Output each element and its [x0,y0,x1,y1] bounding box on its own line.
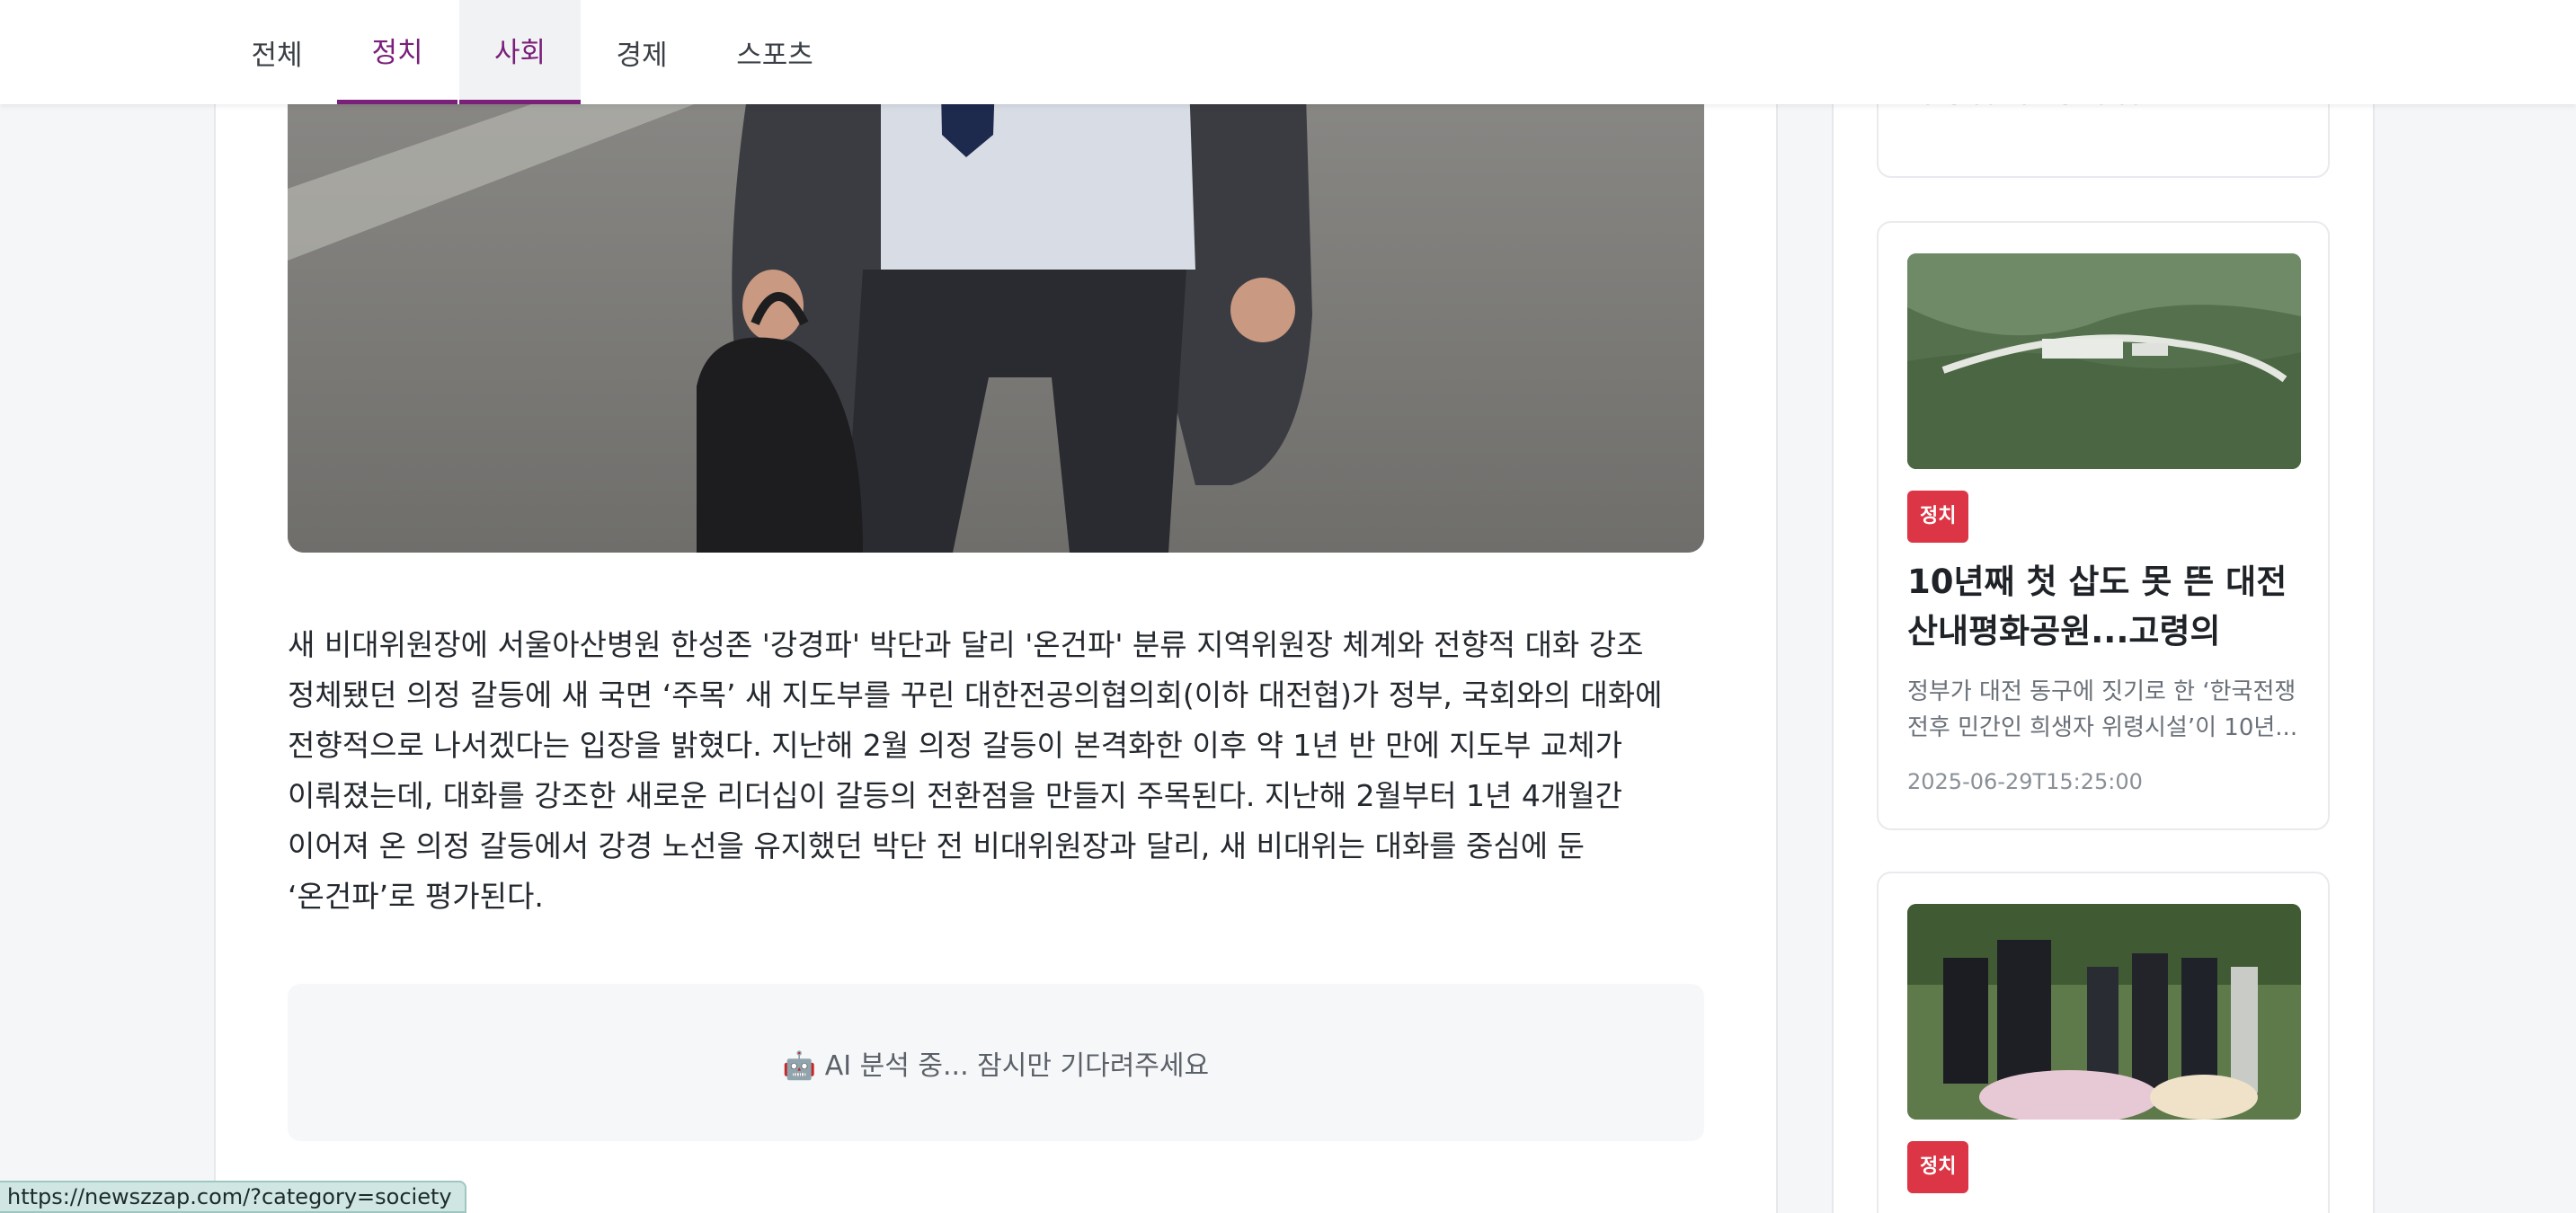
card-date: 2025-06-29T15:25:00 [1907,769,2143,794]
ai-status-text: 🤖 AI 분석 중... 잠시만 기다려주세요 [782,1049,1210,1082]
sidebar-news-card[interactable]: 정치 10년째 첫 삽도 못 뜬 대전 산내평화공원...고령의 유족... 정… [1877,221,2330,830]
card-title[interactable]: 10년째 첫 삽도 못 뜬 대전 산내평화공원...고령의 유족... [1907,557,2303,656]
tab-society[interactable]: 사회 [459,0,581,104]
status-url-bar: https://newszzap.com/?category=society [0,1181,466,1213]
tab-sports[interactable]: 스포츠 [719,0,831,104]
card-excerpt: 정부가 대전 동구에 짓기로 한 ‘한국전쟁 전후 민간인 희생자 위령시설’이… [1907,678,2298,741]
category-nav: 전체 정치 사회 경제 스포츠 [0,0,2576,104]
card-thumbnail [1907,253,2301,469]
card-thumbnail [1907,904,2301,1120]
tab-politics[interactable]: 정치 [337,0,457,104]
ai-analysis-box: 🤖 AI 분석 중... 잠시만 기다려주세요 [288,984,1704,1141]
tab-economy[interactable]: 경제 [599,0,685,104]
category-badge: 정치 [1907,1141,1969,1193]
category-badge: 정치 [1907,491,1969,543]
article-body: 새 비대위원장에 서울아산병원 한성존 '강경파' 박단과 달리 '온건파' 분… [288,627,1663,914]
card-thumbnail-image [1907,253,2301,469]
sidebar-news-card[interactable]: 정치 [1877,872,2330,1213]
card-thumbnail-image [1907,904,2301,1120]
tab-all[interactable]: 전체 [234,0,320,104]
